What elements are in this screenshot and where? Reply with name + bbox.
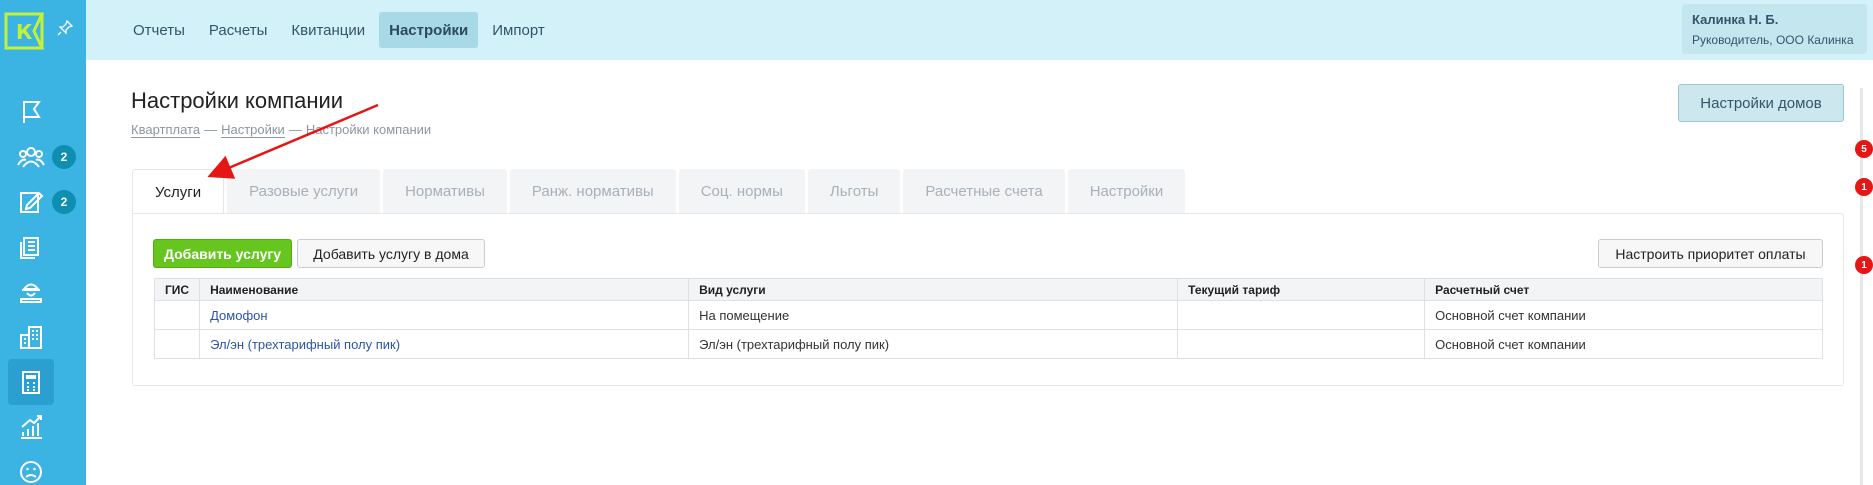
tab-social-norms[interactable]: Соц. нормы	[678, 169, 805, 213]
add-service-button[interactable]: Добавить услугу	[153, 239, 292, 268]
cell-tariff	[1177, 300, 1426, 330]
services-table: ГИС Наименование Вид услуги Текущий тари…	[153, 278, 1823, 359]
table-row[interactable]: Эл/эн (трехтарифный полу пик) Эл/эн (тре…	[153, 329, 1823, 359]
tab-ranked-norms[interactable]: Ранж. нормативы	[509, 169, 676, 213]
tab-one-time-services[interactable]: Разовые услуги	[227, 169, 381, 213]
sidebar-item-documents[interactable]	[8, 224, 54, 270]
logo-icon[interactable]: К	[4, 12, 44, 50]
cell-gis	[153, 300, 201, 330]
user-role: Руководитель, ООО Калинка	[1692, 33, 1854, 47]
buildings-icon	[20, 326, 42, 349]
pin-icon[interactable]	[57, 20, 73, 36]
cell-service-type: На помещение	[688, 300, 1179, 330]
documents-icon	[20, 237, 39, 259]
edit-document-icon	[20, 191, 44, 213]
notification-badge[interactable]: 1	[1855, 178, 1873, 196]
cell-gis	[153, 329, 201, 359]
breadcrumb-current: Настройки компании	[305, 122, 432, 137]
calculator-icon	[22, 371, 40, 394]
tab-benefits[interactable]: Льготы	[807, 169, 901, 213]
sidebar-item-feedback[interactable]	[8, 449, 54, 485]
sidebar-item-calculator[interactable]	[8, 359, 54, 405]
page-title: Настройки компании	[131, 88, 344, 113]
payment-priority-button[interactable]: Настроить приоритет оплаты	[1598, 239, 1823, 268]
user-card[interactable]: Калинка Н. Б. Руководитель, ООО Калинка	[1682, 4, 1867, 54]
service-name-link[interactable]: Домофон	[199, 300, 690, 330]
cell-account: Основной счет компании	[1424, 300, 1823, 330]
menu-import[interactable]: Импорт	[482, 12, 554, 48]
add-service-to-houses-button[interactable]: Добавить услугу в дома	[297, 239, 485, 268]
houses-settings-button[interactable]: Настройки домов	[1678, 84, 1844, 122]
sidebar-item-flag[interactable]	[8, 89, 54, 135]
service-name-link[interactable]: Эл/эн (трехтарифный полу пик)	[199, 329, 690, 359]
notification-badge[interactable]: 5	[1855, 140, 1873, 158]
user-name: Калинка Н. Б.	[1692, 12, 1779, 27]
column-header-account[interactable]: Расчетный счет	[1424, 278, 1823, 301]
notification-badge[interactable]: 1	[1855, 256, 1873, 274]
cell-account: Основной счет компании	[1424, 329, 1823, 359]
breadcrumb-settings[interactable]: Настройки	[221, 122, 285, 138]
menu-calculations[interactable]: Расчеты	[199, 12, 278, 48]
breadcrumb: Квартплата — Настройки — Настройки компа…	[131, 122, 431, 138]
sidebar: К 2 2	[0, 0, 86, 485]
tab-services[interactable]: Услуги	[132, 169, 225, 214]
svg-text:К: К	[16, 20, 33, 44]
flag-icon	[23, 101, 41, 123]
breadcrumb-kvartplata[interactable]: Квартплата	[131, 122, 201, 138]
tab-accounts[interactable]: Расчетные счета	[903, 169, 1065, 213]
edit-badge: 2	[52, 190, 76, 214]
top-navigation: Отчеты Расчеты Квитанции Настройки Импор…	[86, 0, 1873, 60]
cell-tariff	[1177, 329, 1426, 359]
main-menu: Отчеты Расчеты Квитанции Настройки Импор…	[123, 12, 555, 48]
settings-tabs: Услуги Разовые услуги Нормативы Ранж. но…	[132, 169, 1186, 214]
column-header-gis[interactable]: ГИС	[153, 278, 201, 301]
chart-growth-icon	[21, 415, 42, 439]
sad-face-icon	[20, 461, 42, 483]
cell-service-type: Эл/эн (трехтарифный полу пик)	[688, 329, 1179, 359]
tab-norms[interactable]: Нормативы	[383, 169, 507, 213]
menu-receipts[interactable]: Квитанции	[281, 12, 375, 48]
sidebar-item-service[interactable]	[8, 269, 54, 315]
sidebar-item-buildings[interactable]	[8, 314, 54, 360]
menu-reports[interactable]: Отчеты	[123, 12, 195, 48]
table-header-row: ГИС Наименование Вид услуги Текущий тари…	[153, 278, 1823, 301]
breadcrumb-separator: —	[204, 122, 218, 137]
worker-icon	[20, 283, 42, 303]
people-icon	[17, 147, 45, 168]
sidebar-item-edit[interactable]	[8, 179, 54, 225]
column-header-name[interactable]: Наименование	[199, 278, 690, 301]
sidebar-item-people[interactable]	[8, 134, 54, 180]
logo-row: К	[0, 0, 86, 60]
table-row[interactable]: Домофон На помещение Основной счет компа…	[153, 300, 1823, 330]
column-header-tariff[interactable]: Текущий тариф	[1177, 278, 1426, 301]
sidebar-item-analytics[interactable]	[8, 404, 54, 450]
breadcrumb-separator: —	[288, 122, 302, 137]
tab-settings[interactable]: Настройки	[1067, 169, 1186, 213]
menu-settings[interactable]: Настройки	[379, 12, 479, 48]
people-badge: 2	[52, 145, 76, 169]
column-header-type[interactable]: Вид услуги	[688, 278, 1179, 301]
